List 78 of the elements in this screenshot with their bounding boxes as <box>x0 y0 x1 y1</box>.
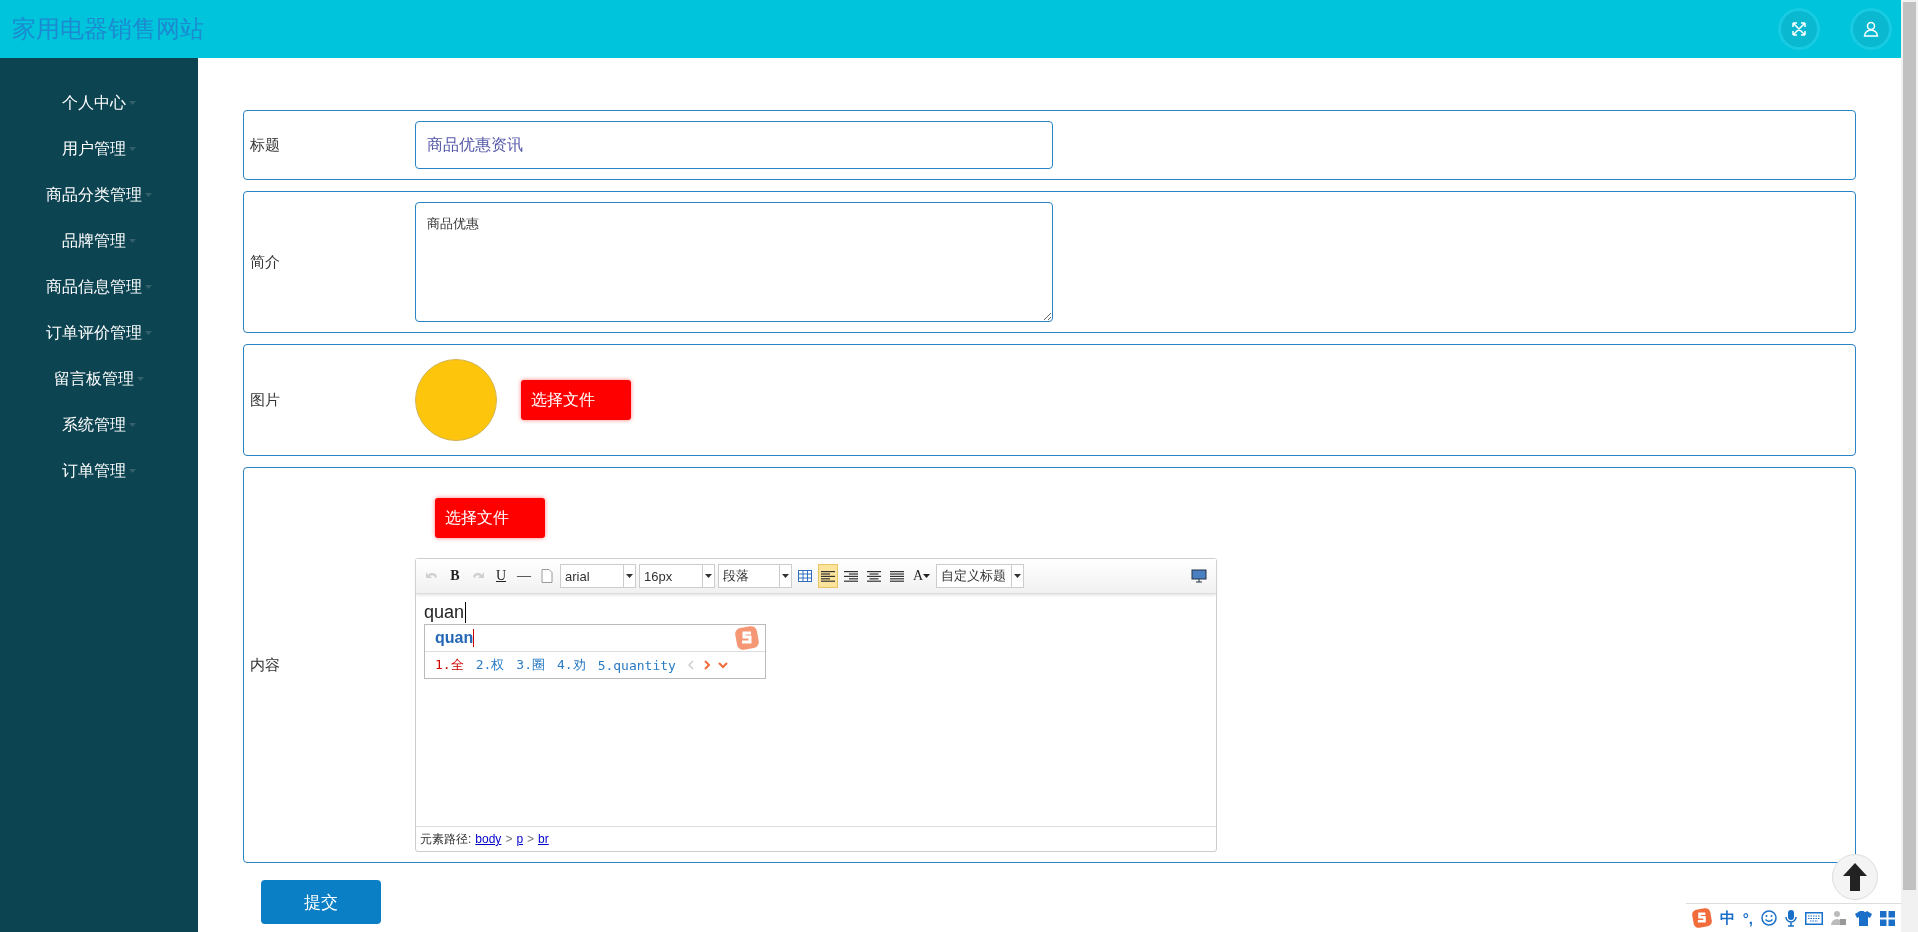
dropdown-select[interactable]: 16px <box>639 564 715 588</box>
table-icon <box>798 570 812 582</box>
page-icon <box>541 569 553 583</box>
caret-icon <box>129 101 136 105</box>
sidebar-item[interactable]: 个人中心 <box>56 80 142 126</box>
ime-candidate[interactable]: 1.全 <box>435 656 464 674</box>
choose-file-button[interactable]: 选择文件 <box>435 498 545 538</box>
field-label: 图片 <box>249 390 281 410</box>
align-right-icon <box>844 570 858 582</box>
caret-icon <box>705 574 712 578</box>
smiley-icon[interactable] <box>1761 910 1777 926</box>
path-separator: > <box>505 832 513 846</box>
path-link[interactable]: br <box>538 832 549 846</box>
shirt-icon[interactable] <box>1855 910 1872 926</box>
choose-file-button[interactable]: 选择文件 <box>521 380 631 420</box>
dropdown-select[interactable]: 自定义标题 <box>936 564 1025 588</box>
scrollbar[interactable] <box>1901 0 1918 932</box>
caret-icon <box>129 423 136 427</box>
align-center-icon <box>867 570 881 582</box>
title-input[interactable]: 商品优惠资讯 <box>415 121 1053 169</box>
caret-icon <box>923 574 931 578</box>
user-icon <box>1863 21 1879 37</box>
caret-icon <box>129 147 136 151</box>
editor-text: quan <box>424 602 467 623</box>
field-label: 内容 <box>249 655 281 675</box>
dropdown-select[interactable]: arial <box>560 564 636 588</box>
ime-candidate[interactable]: 4.劝 <box>556 656 586 674</box>
caret-icon <box>782 574 789 578</box>
monitor-icon <box>1191 569 1207 583</box>
field-label: 标题 <box>249 135 281 155</box>
caret-icon <box>137 377 144 381</box>
sidebar-item[interactable]: 系统管理 <box>56 402 142 448</box>
keyboard-icon[interactable] <box>1805 911 1823 925</box>
caret-icon <box>129 469 136 473</box>
summary-textarea[interactable]: 商品优惠 <box>415 202 1053 322</box>
field-label: 简介 <box>249 252 281 272</box>
sidebar-item[interactable]: 商品分类管理 <box>40 172 158 218</box>
caret-icon <box>145 331 152 335</box>
ime-toggle[interactable]: 中 <box>1719 908 1735 928</box>
sidebar-item[interactable]: 品牌管理 <box>56 218 142 264</box>
site-title: 家用电器销售网站 <box>12 14 205 44</box>
grid-icon[interactable] <box>1880 910 1895 926</box>
microphone-icon[interactable] <box>1785 909 1797 927</box>
align-left-icon <box>821 570 835 582</box>
sidebar-item[interactable]: 留言板管理 <box>48 356 150 402</box>
font-color-button[interactable]: A <box>910 564 934 588</box>
s-logo-icon <box>735 626 759 650</box>
editor-area[interactable]: quan quan 1.全 2.权 3.圈 4.劝 5.quantity <box>416 594 1216 826</box>
expand-icon <box>1791 21 1807 37</box>
sidebar-item[interactable]: 用户管理 <box>56 126 142 172</box>
dropdown-select[interactable]: 段落 <box>718 564 792 588</box>
ime-candidate[interactable]: 2.权 <box>475 656 505 674</box>
path-label: 元素路径: <box>420 830 472 848</box>
path-link[interactable]: body <box>475 832 502 846</box>
sidebar-item[interactable]: 订单管理 <box>56 448 142 494</box>
caret-icon <box>626 574 633 578</box>
up-arrow-icon <box>1843 863 1867 891</box>
align-left-button[interactable] <box>818 564 838 588</box>
user-icon[interactable] <box>1831 910 1847 926</box>
path-link[interactable]: p <box>516 832 524 846</box>
bold-button[interactable]: B <box>445 564 465 588</box>
justify-icon <box>890 570 904 582</box>
back-to-top-button[interactable] <box>1832 854 1878 900</box>
ime-toggle[interactable]: °, <box>1742 909 1753 927</box>
sidebar-item[interactable]: 订单评价管理 <box>40 310 158 356</box>
submit-button[interactable]: 提交 <box>261 880 381 924</box>
path-separator: > <box>527 832 535 846</box>
ime-composition: quan <box>435 629 475 647</box>
rule-button[interactable]: — <box>514 564 534 588</box>
s-logo-icon[interactable] <box>1691 908 1712 928</box>
caret-icon <box>145 285 152 289</box>
ime-candidate[interactable]: 5.quantity <box>597 657 676 673</box>
sidebar-item[interactable]: 商品信息管理 <box>40 264 158 310</box>
caret-icon <box>145 193 152 197</box>
underline-button[interactable]: U <box>491 564 511 588</box>
caret-icon <box>1014 574 1022 578</box>
ime-candidate[interactable]: 3.圈 <box>516 656 545 674</box>
caret-icon <box>129 239 136 243</box>
